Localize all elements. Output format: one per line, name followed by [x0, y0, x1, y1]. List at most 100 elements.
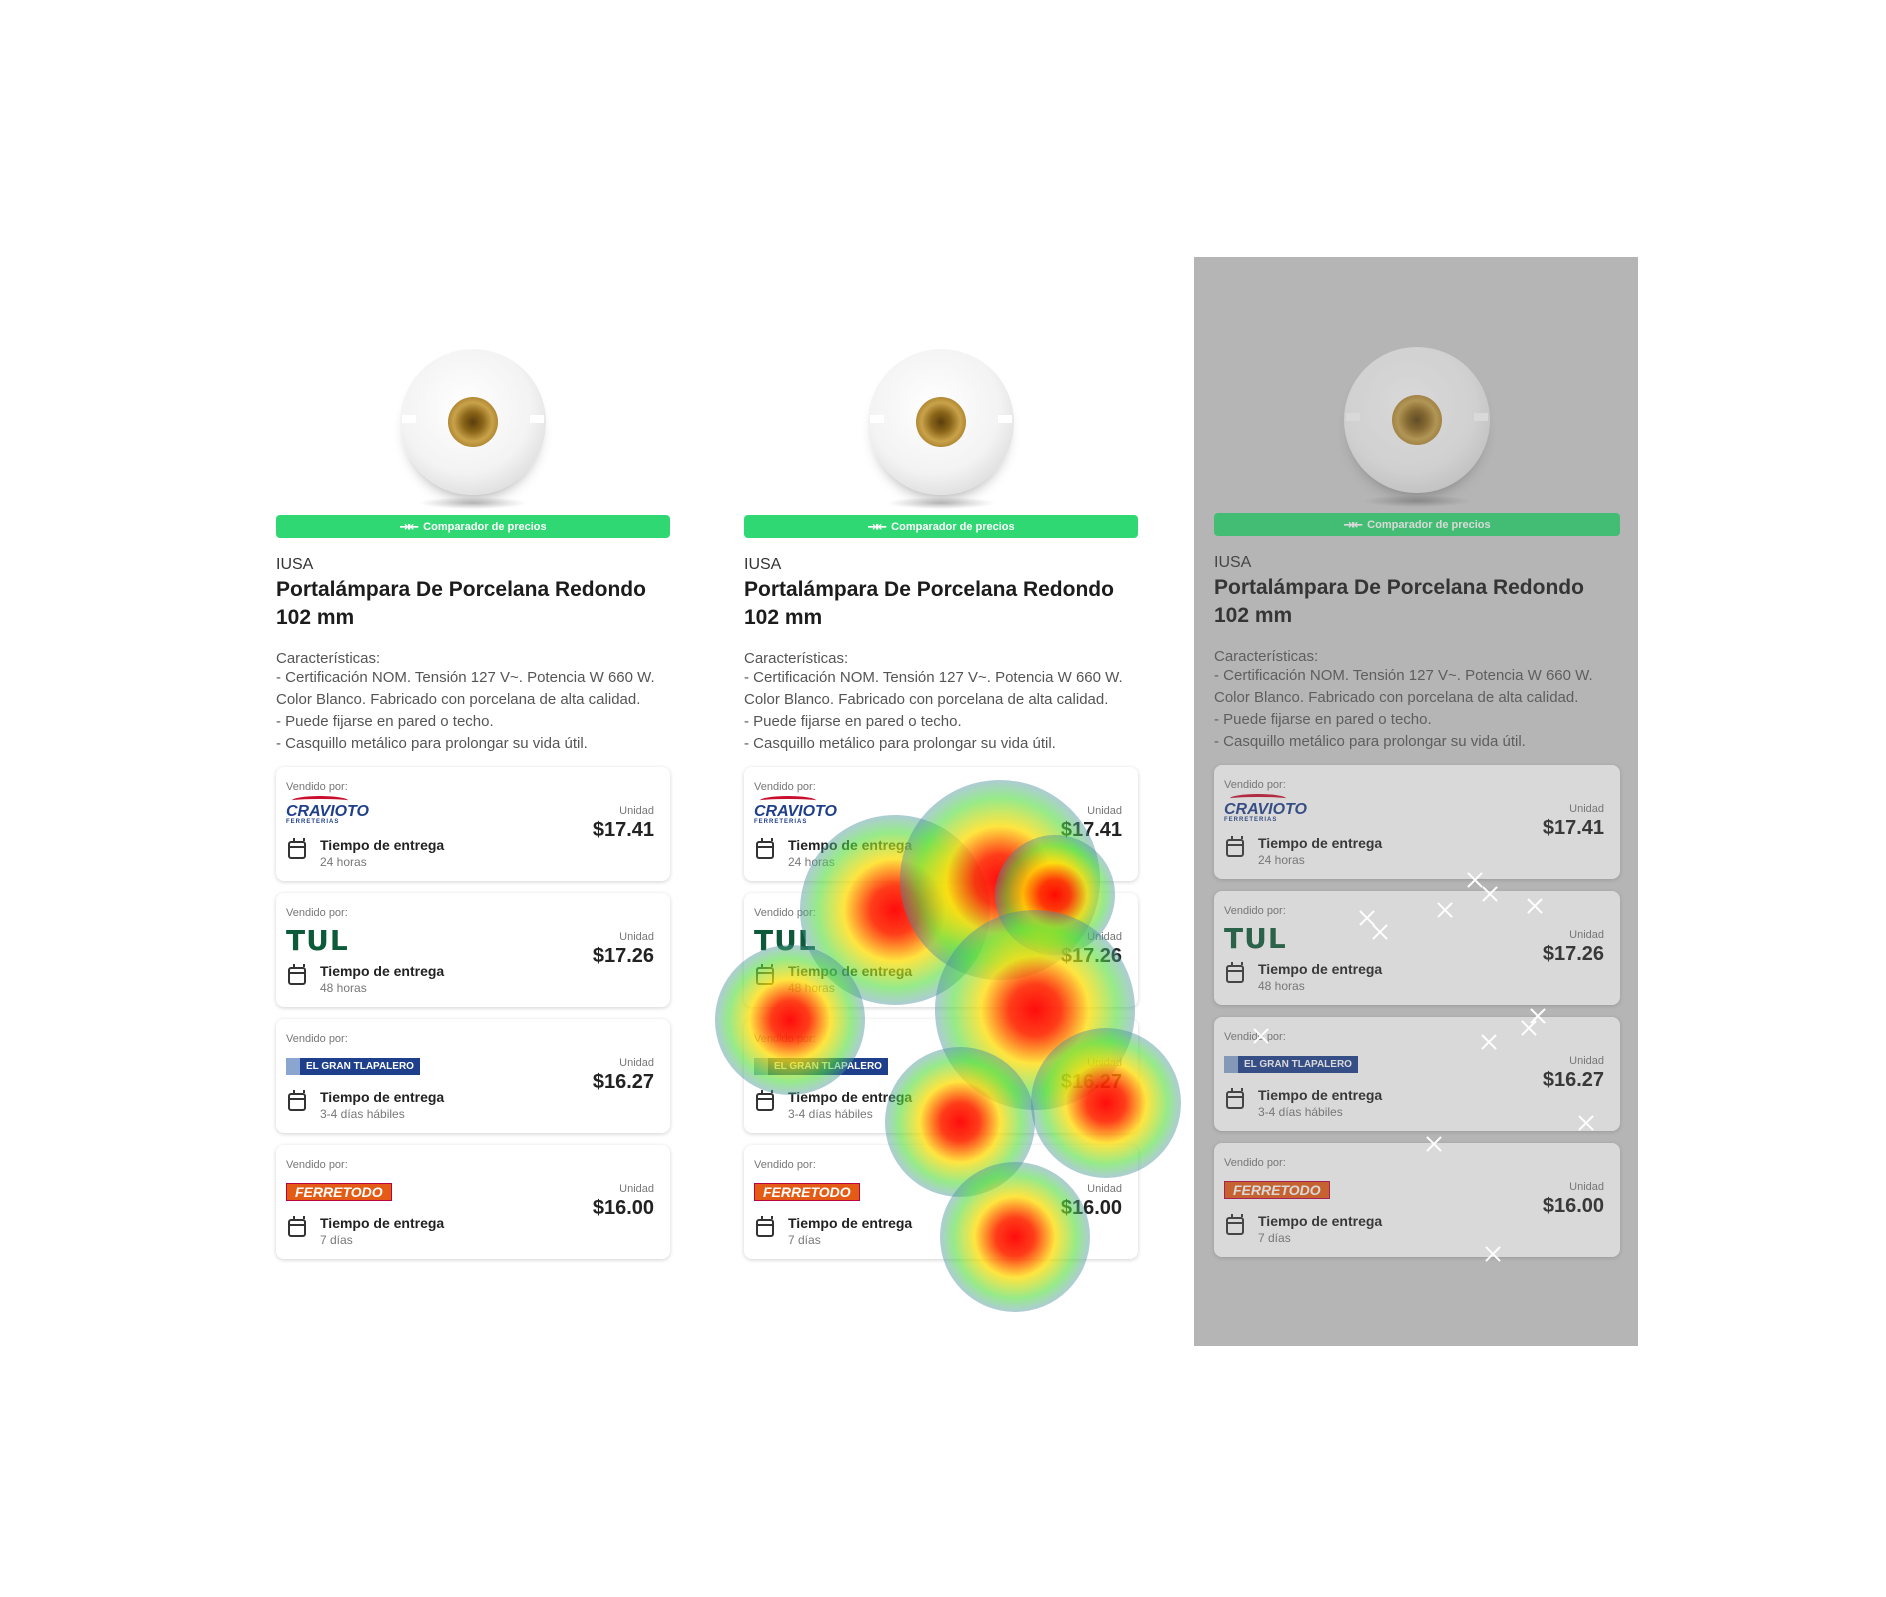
seller-card-tul[interactable]: Vendido por: TUL Tiempo de entrega 48 ho… — [276, 893, 670, 1007]
unit-label: Unidad — [1087, 931, 1122, 943]
delivery-time: 24 horas — [788, 855, 835, 869]
gaze-point-x-icon — [1527, 898, 1543, 914]
seller-price: $16.27 — [592, 1071, 654, 1093]
sold-by-label: Vendido por: — [1224, 1157, 1286, 1169]
sold-by-label: Vendido por: — [286, 907, 348, 919]
sold-by-label: Vendido por: — [286, 1033, 348, 1045]
seller-logo-ferretodo: FERRETODO — [286, 1179, 392, 1205]
seller-logo-tul: TUL — [286, 923, 349, 957]
seller-price: $17.26 — [1542, 943, 1604, 965]
seller-price: $17.41 — [1060, 819, 1122, 841]
delivery-time: 24 horas — [320, 855, 367, 869]
product-panel-heatmap: ⇥⇤ Comparador de precios IUSA Portalámpa… — [744, 331, 1138, 1331]
seller-price: $16.00 — [1542, 1195, 1604, 1217]
unit-label: Unidad — [1569, 803, 1604, 815]
delivery-label: Tiempo de entrega — [320, 963, 445, 979]
gaze-point-x-icon — [1530, 1008, 1546, 1024]
product-brand: IUSA — [1214, 554, 1252, 571]
seller-price: $16.00 — [1060, 1197, 1122, 1219]
feature-line: - Puede fijarse en pared o techo. — [276, 713, 494, 730]
calendar-icon — [1226, 1214, 1244, 1235]
unit-label: Unidad — [1569, 1181, 1604, 1193]
seller-logo-cravioto: CRAVIOTO FERRETERIAS — [286, 796, 369, 825]
seller-logo-gran-tlapalero: EL GRAN TLAPALERO — [754, 1053, 888, 1079]
feature-line: - Certificación NOM. Tensión 127 V~. Pot… — [744, 669, 1123, 708]
unit-label: Unidad — [1569, 1055, 1604, 1067]
compare-arrows-icon: ⇥⇤ — [867, 518, 887, 534]
gaze-point-x-icon — [1372, 924, 1388, 940]
feature-line: - Puede fijarse en pared o techo. — [1214, 711, 1432, 728]
seller-card-gran-tlapalero[interactable]: Vendido por: EL GRAN TLAPALERO Tiempo de… — [276, 1019, 670, 1133]
delivery-time: 48 horas — [320, 981, 367, 995]
gaze-point-x-icon — [1482, 886, 1498, 902]
sold-by-label: Vendido por: — [1224, 905, 1286, 917]
calendar-icon — [756, 1090, 774, 1111]
delivery-label: Tiempo de entrega — [788, 1089, 913, 1105]
unit-label: Unidad — [1569, 929, 1604, 941]
compare-prices-button[interactable]: ⇥⇤ Comparador de precios — [276, 515, 670, 538]
features-heading: Características: — [744, 650, 849, 667]
delivery-time: 24 horas — [1258, 853, 1305, 867]
seller-card-tul[interactable]: Vendido por: TUL Tiempo de entrega 48 ho… — [1214, 891, 1620, 1005]
unit-label: Unidad — [619, 931, 654, 943]
sold-by-label: Vendido por: — [286, 1159, 348, 1171]
calendar-icon — [756, 1216, 774, 1237]
seller-card-ferretodo[interactable]: Vendido por: FERRETODO Tiempo de entrega… — [744, 1145, 1138, 1259]
sold-by-label: Vendido por: — [1224, 779, 1286, 791]
product-title: Portalámpara De Porcelana Redondo 102 mm — [276, 578, 646, 629]
unit-label: Unidad — [1087, 1183, 1122, 1195]
compare-arrows-icon: ⇥⇤ — [399, 518, 419, 534]
product-image[interactable] — [276, 331, 670, 509]
product-title: Portalámpara De Porcelana Redondo 102 mm — [744, 578, 1114, 629]
seller-logo-cravioto: CRAVIOTO FERRETERIAS — [754, 796, 837, 825]
product-panel-original: ⇥⇤ Comparador de precios IUSA Portalámpa… — [276, 331, 670, 1331]
delivery-label: Tiempo de entrega — [788, 963, 913, 979]
seller-logo-gran-tlapalero: EL GRAN TLAPALERO — [286, 1053, 420, 1079]
feature-line: - Puede fijarse en pared o techo. — [744, 713, 962, 730]
gaze-point-x-icon — [1578, 1115, 1594, 1131]
calendar-icon — [288, 838, 306, 859]
seller-logo-tul: TUL — [754, 923, 817, 957]
compare-prices-button[interactable]: ⇥⇤ Comparador de precios — [744, 515, 1138, 538]
gaze-point-x-icon — [1481, 1034, 1497, 1050]
product-panel-gaze: ⇥⇤ Comparador de precios IUSA Portalámpa… — [1214, 329, 1620, 1329]
product-image[interactable] — [1214, 329, 1620, 507]
delivery-label: Tiempo de entrega — [1258, 1087, 1383, 1103]
seller-price: $17.26 — [1060, 945, 1122, 967]
sold-by-label: Vendido por: — [754, 907, 816, 919]
delivery-label: Tiempo de entrega — [320, 1215, 445, 1231]
delivery-label: Tiempo de entrega — [1258, 961, 1383, 977]
product-image[interactable] — [744, 331, 1138, 509]
unit-label: Unidad — [619, 805, 654, 817]
seller-card-cravioto[interactable]: Vendido por: CRAVIOTO FERRETERIAS Tiempo … — [744, 767, 1138, 881]
delivery-time: 48 horas — [788, 981, 835, 995]
delivery-label: Tiempo de entrega — [320, 1089, 445, 1105]
unit-label: Unidad — [619, 1183, 654, 1195]
feature-line: - Certificación NOM. Tensión 127 V~. Pot… — [276, 669, 655, 708]
features-heading: Características: — [276, 650, 381, 667]
compare-prices-button[interactable]: ⇥⇤ Comparador de precios — [1214, 513, 1620, 536]
features-heading: Características: — [1214, 648, 1319, 665]
feature-line: - Casquillo metálico para prolongar su v… — [744, 735, 1056, 752]
delivery-time: 7 días — [320, 1233, 353, 1247]
gaze-point-x-icon — [1437, 902, 1453, 918]
seller-card-gran-tlapalero[interactable]: Vendido por: EL GRAN TLAPALERO Tiempo de… — [744, 1019, 1138, 1133]
unit-label: Unidad — [1087, 1057, 1122, 1069]
seller-card-cravioto[interactable]: Vendido por: CRAVIOTO FERRETERIAS Tiempo … — [276, 767, 670, 881]
seller-card-gran-tlapalero[interactable]: Vendido por: EL GRAN TLAPALERO Tiempo de… — [1214, 1017, 1620, 1131]
seller-price: $16.27 — [1542, 1069, 1604, 1091]
delivery-label: Tiempo de entrega — [1258, 835, 1383, 851]
seller-logo-tul: TUL — [1224, 921, 1287, 955]
delivery-label: Tiempo de entrega — [788, 1215, 913, 1231]
seller-price: $17.41 — [1542, 817, 1604, 839]
gaze-point-x-icon — [1253, 1028, 1269, 1044]
seller-card-ferretodo[interactable]: Vendido por: FERRETODO Tiempo de entrega… — [1214, 1143, 1620, 1257]
seller-card-cravioto[interactable]: Vendido por: CRAVIOTO FERRETERIAS Tiempo … — [1214, 765, 1620, 879]
delivery-label: Tiempo de entrega — [788, 837, 913, 853]
calendar-icon — [756, 964, 774, 985]
seller-card-ferretodo[interactable]: Vendido por: FERRETODO Tiempo de entrega… — [276, 1145, 670, 1259]
seller-card-tul[interactable]: Vendido por: TUL Tiempo de entrega 48 ho… — [744, 893, 1138, 1007]
calendar-icon — [288, 1216, 306, 1237]
delivery-label: Tiempo de entrega — [1258, 1213, 1383, 1229]
seller-price: $17.41 — [592, 819, 654, 841]
